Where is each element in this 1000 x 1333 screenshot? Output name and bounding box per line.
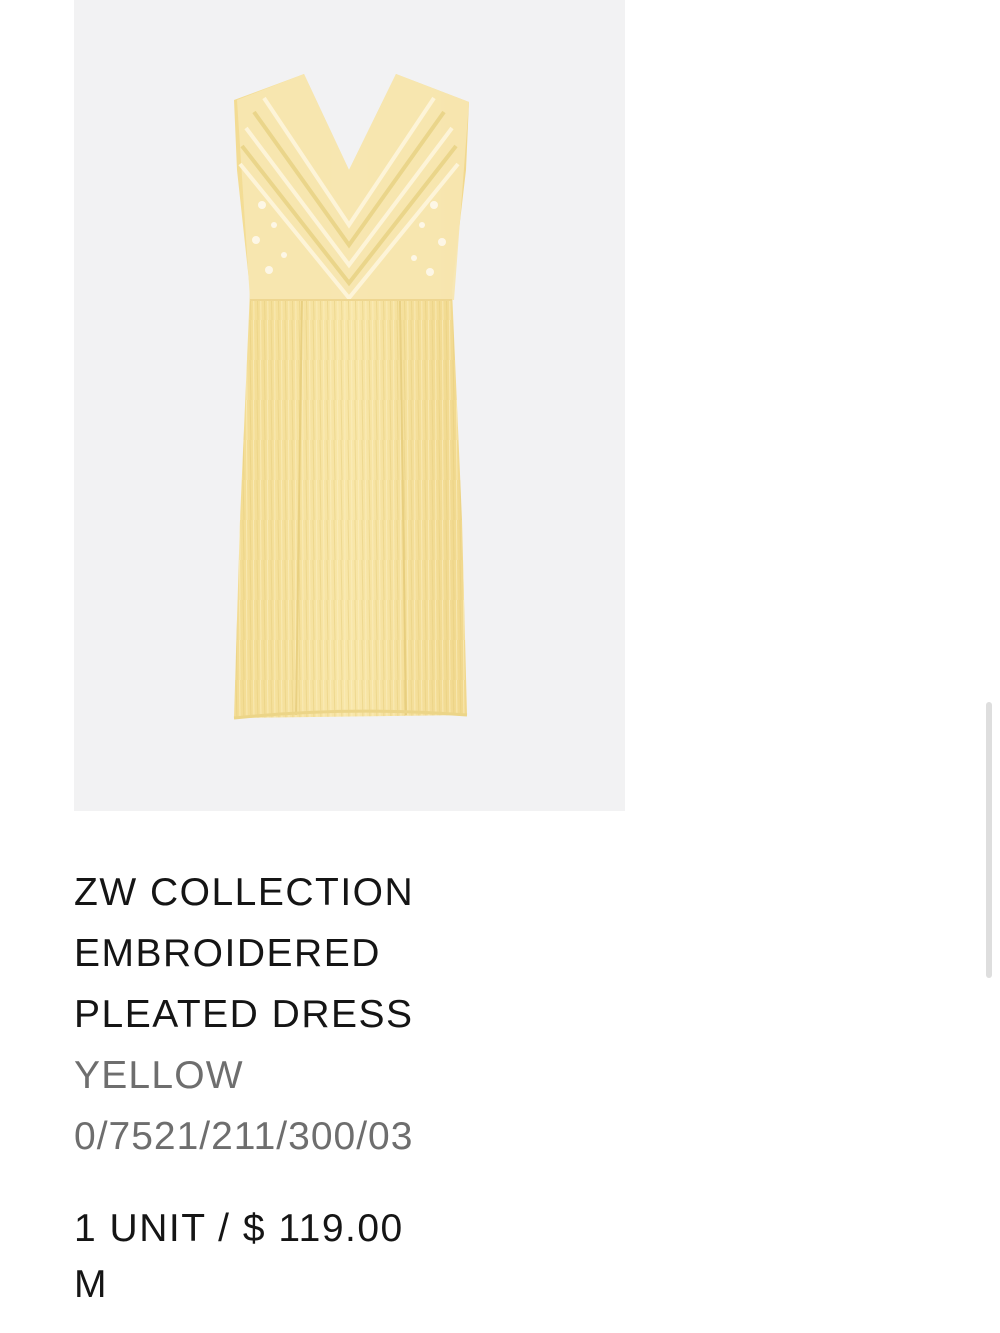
product-color: YELLOW <box>74 1054 244 1097</box>
product-title-line: EMBROIDERED <box>74 932 381 975</box>
quantity-price: 1 UNIT / $ 119.00 <box>74 1207 404 1250</box>
product-title-line: ZW COLLECTION <box>74 871 415 914</box>
product-title[interactable]: ZW COLLECTION EMBROIDERED PLEATED DRESS <box>74 862 674 1045</box>
product-image[interactable] <box>74 0 625 811</box>
product-reference: 0/7521/211/300/03 <box>74 1115 414 1158</box>
scrollbar[interactable] <box>986 702 992 978</box>
dress-illustration <box>233 74 469 720</box>
product-details: ZW COLLECTION EMBROIDERED PLEATED DRESS … <box>74 862 674 1313</box>
product-size: M <box>74 1263 108 1306</box>
dress-pleats <box>234 300 467 718</box>
product-title-line: PLEATED DRESS <box>74 993 414 1036</box>
